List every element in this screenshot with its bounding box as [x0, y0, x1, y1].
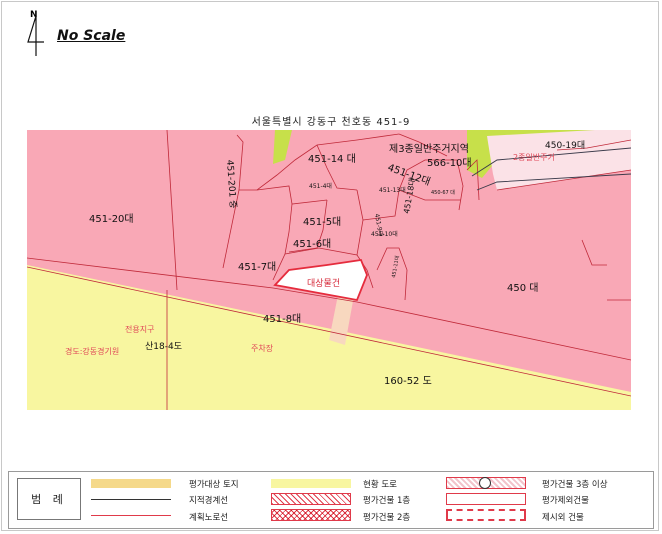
map-title: 서울특별시 강동구 천호동 451-9 — [251, 117, 411, 128]
parcel-san18-4: 산18-4도 — [145, 341, 182, 352]
red-text-2: 경도:강동경기원 — [65, 346, 119, 356]
legend-label: 계획노로선 — [189, 513, 229, 523]
legend-label: 평가건물 2층 — [363, 513, 411, 523]
circle-icon — [479, 477, 491, 489]
red-text-3: 주차장 — [251, 343, 274, 353]
cadastral-map: 451-20대 451-201 중 451-14 대 451-5대 451-6대… — [27, 130, 631, 410]
subject-label: 대상물건 — [307, 278, 340, 289]
red-text-1: 전용지구 — [125, 324, 154, 334]
parcel-451-5: 451-5대 — [303, 216, 341, 228]
evaluation-land-symbol — [91, 479, 171, 488]
parcel-566-10: 566-10대 — [427, 157, 472, 169]
legend: 범 례 평가대상 토지 현황 도로 평가건물 3층 이상 지적경계선 평가건물 … — [8, 471, 654, 529]
parcel-451-20: 451-20대 — [89, 213, 134, 225]
current-road-symbol — [271, 479, 351, 488]
excluded-building-symbol — [446, 493, 526, 505]
parcel-451-14: 451-14 대 — [308, 153, 356, 165]
red-text-4: 2종일반주거 — [513, 153, 555, 162]
parcel-160-52: 160-52 도 — [384, 376, 432, 387]
legend-label: 평가건물 1층 — [363, 496, 411, 506]
legend-title-box: 범 례 — [17, 478, 81, 520]
small-label-450-67: 450-67 대 — [431, 189, 455, 196]
legend-label: 평가대상 토지 — [189, 480, 239, 490]
cadastral-line-symbol — [91, 499, 171, 500]
building-2f-symbol — [271, 509, 351, 521]
small-label-451-13: 451-13대 — [379, 186, 406, 194]
parcel-451-7: 451-7대 — [238, 261, 276, 273]
legend-label: 제시외 건물 — [542, 513, 584, 523]
planned-road-line-symbol — [91, 515, 171, 516]
legend-label: 지적경계선 — [189, 496, 229, 506]
zone-label: 제3종일반주거지역 — [389, 143, 469, 155]
parcel-451-6: 451-6대 — [293, 238, 331, 250]
legend-label: 평가건물 3층 이상 — [542, 480, 608, 490]
legend-title: 범 례 — [31, 493, 67, 506]
scale-text: No Scale — [57, 28, 126, 44]
legend-label: 현황 도로 — [363, 480, 397, 490]
building-1f-symbol — [271, 493, 351, 505]
legend-label: 평가제외건물 — [542, 496, 589, 506]
parcel-450-19: 450-19대 — [545, 140, 585, 151]
non-subject-building-symbol — [446, 509, 526, 521]
small-label-451-4: 451-4대 — [309, 182, 332, 190]
north-arrow-icon — [27, 15, 44, 56]
parcel-451-8: 451-8대 — [263, 313, 301, 325]
parcel-450: 450 대 — [507, 282, 538, 294]
